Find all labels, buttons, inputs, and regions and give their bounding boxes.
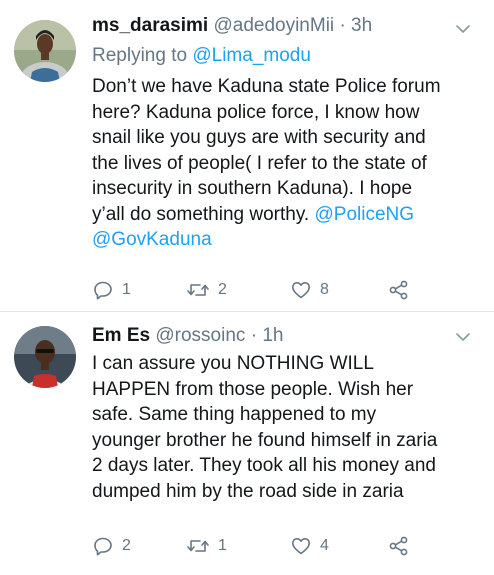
man-avatar-icon	[14, 326, 76, 388]
share-icon	[389, 536, 408, 556]
share-button[interactable]	[388, 278, 410, 302]
tweet-text-line-with-mention: y’all do something worthy. @PoliceNG	[92, 202, 477, 228]
like-button[interactable]: 4	[290, 534, 329, 558]
timestamp[interactable]: 3h	[351, 15, 372, 36]
retweet-count: 1	[218, 537, 227, 554]
heart-icon	[292, 538, 310, 555]
reply-button[interactable]: 1	[92, 278, 131, 302]
tweet-text-fragment: y’all do something worthy.	[92, 203, 315, 225]
user-handle[interactable]: @adedoyinMii	[213, 15, 334, 36]
separator-dot: ·	[339, 15, 346, 36]
timestamp[interactable]: 1h	[262, 325, 283, 346]
mention-link-policeng[interactable]: @PoliceNG	[314, 204, 414, 225]
retweet-button[interactable]: 1	[186, 534, 227, 558]
display-name[interactable]: ms_darasimi	[92, 15, 208, 36]
share-button[interactable]	[388, 534, 410, 558]
action-bar: 2 1 4	[92, 534, 422, 558]
tweet-text-line: insecurity in southern Kaduna). I hope	[92, 178, 413, 199]
tweet-text-line: HAPPEN from those people. Wish her	[92, 378, 414, 400]
tweet-text-line: younger brother he found himself in zari…	[92, 429, 438, 451]
action-bar: 1 2 8	[92, 278, 422, 302]
reply-icon	[94, 281, 112, 300]
tweet-text-line: here? Kaduna police force, I know how	[92, 101, 420, 123]
reply-to-handle-link[interactable]: @Lima_modu	[192, 45, 311, 66]
like-button[interactable]: 8	[290, 278, 329, 302]
display-name[interactable]: Em Es	[92, 325, 150, 346]
avatar[interactable]	[14, 20, 76, 82]
replying-to-label: Replying to	[92, 45, 188, 66]
mention-link-govkaduna[interactable]: @GovKaduna	[92, 227, 477, 253]
reply-button[interactable]: 2	[92, 534, 131, 558]
tweet[interactable]: Em Es @rossoinc · 1h I can assure you NO…	[0, 312, 494, 575]
user-handle[interactable]: @rossoinc	[155, 325, 245, 346]
like-count: 8	[320, 281, 329, 298]
tweet-text-line: dumped him by the road side in zaria	[92, 480, 404, 502]
tweet[interactable]: ms_darasimi @adedoyinMii · 3h Replying t…	[0, 0, 494, 312]
reply-icon	[94, 537, 112, 556]
replying-to: Replying to @Lima_modu	[92, 44, 311, 68]
tweet-header: Em Es @rossoinc · 1h	[92, 324, 454, 348]
tweet-text-line: the lives of people( I refer to the stat…	[92, 152, 427, 174]
tweet-text-line: snail like you guys are with security an…	[92, 127, 426, 148]
chevron-down-icon[interactable]	[454, 328, 472, 346]
like-count: 4	[320, 537, 329, 554]
retweet-button[interactable]: 2	[186, 278, 227, 302]
retweet-count: 2	[218, 281, 227, 298]
tweet-text-line: 2 days later. They took all his money an…	[92, 455, 436, 476]
chevron-down-icon[interactable]	[454, 20, 472, 38]
reply-count: 1	[122, 281, 131, 298]
heart-icon	[292, 282, 310, 299]
share-icon	[389, 280, 408, 300]
reply-count: 2	[122, 537, 131, 554]
woman-avatar-icon	[14, 20, 76, 82]
tweet-text: Don’t we have Kaduna state Police forum …	[92, 74, 477, 253]
tweet-text-line: safe. Same thing happened to my	[92, 404, 377, 425]
avatar[interactable]	[14, 326, 76, 388]
tweet-text-line: I can assure you NOTHING WILL	[92, 353, 374, 374]
separator-dot: ·	[250, 325, 258, 346]
retweet-icon	[187, 540, 209, 552]
tweet-header: ms_darasimi @adedoyinMii · 3h	[92, 14, 454, 38]
retweet-icon	[187, 284, 209, 296]
tweet-text-line: Don’t we have Kaduna state Police forum	[92, 76, 441, 97]
tweet-text: I can assure you NOTHING WILL HAPPEN fro…	[92, 351, 477, 504]
